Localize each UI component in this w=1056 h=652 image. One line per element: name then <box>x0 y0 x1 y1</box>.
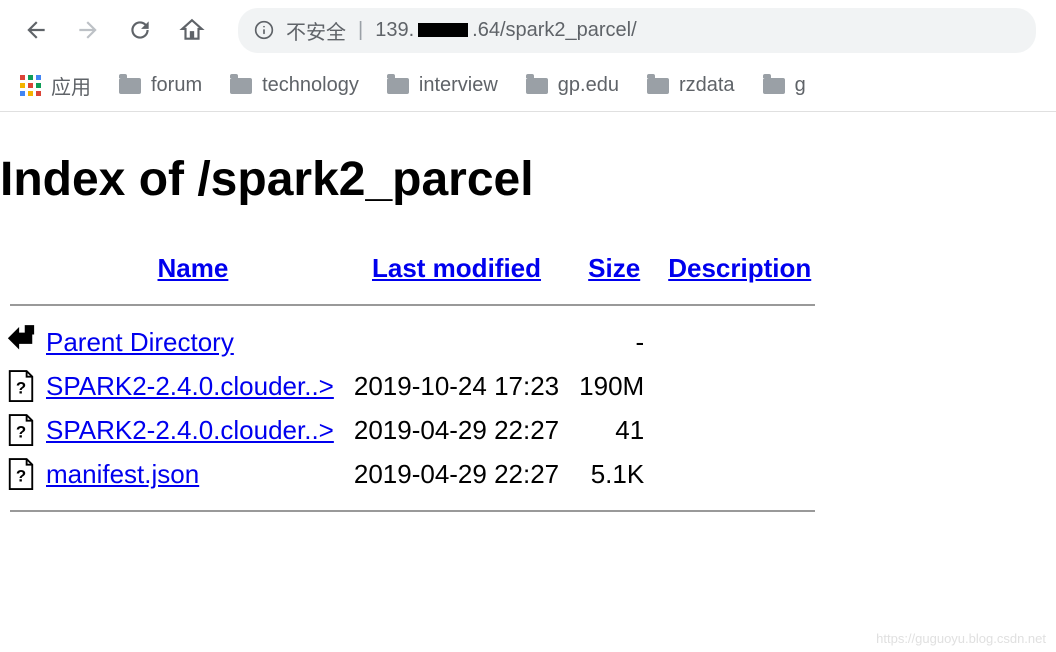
apps-label: 应用 <box>51 71 91 100</box>
modified-cell: 2019-10-24 17:23 <box>344 364 569 408</box>
url-divider: | <box>358 19 363 42</box>
bookmark-label: technology <box>262 74 359 97</box>
file-link[interactable]: manifest.json <box>46 459 199 489</box>
bookmark-label: g <box>795 74 806 97</box>
svg-text:?: ? <box>16 423 26 442</box>
bookmark-gpedu[interactable]: gp.edu <box>526 74 619 97</box>
header-row: Name Last modified Size Description <box>0 247 825 290</box>
sort-modified[interactable]: Last modified <box>372 253 541 283</box>
unknown-file-icon: ? <box>6 456 36 492</box>
page-content: Index of /spark2_parcel Name Last modifi… <box>0 112 1056 526</box>
folder-icon <box>647 78 669 94</box>
insecure-label: 不安全 <box>286 16 346 45</box>
bookmark-label: interview <box>419 74 498 97</box>
file-link[interactable]: SPARK2-2.4.0.clouder..> <box>46 415 334 445</box>
bookmark-g[interactable]: g <box>763 74 806 97</box>
folder-icon <box>119 78 141 94</box>
bookmark-label: rzdata <box>679 74 735 97</box>
table-row: ? manifest.json 2019-04-29 22:27 5.1K <box>0 452 825 496</box>
bookmark-interview[interactable]: interview <box>387 74 498 97</box>
unknown-file-icon: ? <box>6 412 36 448</box>
forward-button[interactable] <box>72 14 104 46</box>
url-redacted <box>418 23 468 37</box>
back-button[interactable] <box>20 14 52 46</box>
bookmarks-bar: 应用 forum technology interview gp.edu rzd… <box>0 60 1056 112</box>
apps-button[interactable]: 应用 <box>20 71 91 100</box>
sort-name[interactable]: Name <box>158 253 229 283</box>
size-cell: 190M <box>569 364 654 408</box>
sort-size[interactable]: Size <box>588 253 640 283</box>
url-text: 139..64/spark2_parcel/ <box>375 19 636 42</box>
url-bar[interactable]: 不安全 | 139..64/spark2_parcel/ <box>238 8 1036 53</box>
folder-icon <box>387 78 409 94</box>
directory-listing: Name Last modified Size Description Pare… <box>0 247 825 526</box>
sort-description[interactable]: Description <box>668 253 811 283</box>
browser-toolbar: 不安全 | 139..64/spark2_parcel/ <box>0 0 1056 60</box>
bookmark-label: gp.edu <box>558 74 619 97</box>
table-row: ? SPARK2-2.4.0.clouder..> 2019-10-24 17:… <box>0 364 825 408</box>
bookmark-rzdata[interactable]: rzdata <box>647 74 735 97</box>
size-cell: - <box>569 320 654 364</box>
folder-icon <box>763 78 785 94</box>
home-button[interactable] <box>176 14 208 46</box>
header-divider <box>10 304 815 306</box>
bookmark-label: forum <box>151 74 202 97</box>
modified-cell: 2019-04-29 22:27 <box>344 452 569 496</box>
size-cell: 5.1K <box>569 452 654 496</box>
file-link[interactable]: SPARK2-2.4.0.clouder..> <box>46 371 334 401</box>
apps-icon <box>20 75 41 96</box>
watermark: https://guguoyu.blog.csdn.net <box>876 631 1046 646</box>
bookmark-forum[interactable]: forum <box>119 74 202 97</box>
info-icon <box>254 20 274 40</box>
unknown-file-icon: ? <box>6 368 36 404</box>
size-cell: 41 <box>569 408 654 452</box>
table-row: ? SPARK2-2.4.0.clouder..> 2019-04-29 22:… <box>0 408 825 452</box>
parent-directory-link[interactable]: Parent Directory <box>46 327 234 357</box>
folder-icon <box>526 78 548 94</box>
modified-cell <box>344 320 569 364</box>
back-arrow-icon <box>6 324 36 360</box>
page-title: Index of /spark2_parcel <box>0 152 1056 207</box>
table-row: Parent Directory - <box>0 320 825 364</box>
svg-text:?: ? <box>16 379 26 398</box>
svg-text:?: ? <box>16 467 26 486</box>
modified-cell: 2019-04-29 22:27 <box>344 408 569 452</box>
footer-divider <box>10 510 815 512</box>
folder-icon <box>230 78 252 94</box>
bookmark-technology[interactable]: technology <box>230 74 359 97</box>
reload-button[interactable] <box>124 14 156 46</box>
